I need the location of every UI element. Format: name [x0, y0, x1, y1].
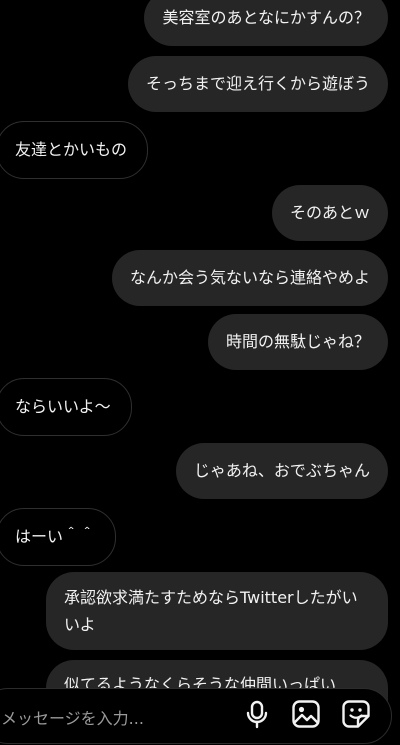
message-input[interactable]: メッセージを入力... [1, 705, 144, 729]
microphone-icon[interactable] [241, 698, 273, 730]
image-gallery-icon[interactable] [290, 698, 322, 730]
message-bubble-incoming[interactable]: はーい＾＾ [0, 508, 117, 566]
message-text: そっちまで迎え行くから遊ぼう [145, 74, 370, 93]
message-text: じゃあね、おでぶちゃん [193, 461, 370, 480]
message-composer[interactable]: メッセージを入力... [0, 688, 392, 744]
message-bubble-outgoing[interactable]: なんか会う気ないなら連絡やめよ [111, 250, 388, 306]
message-text: 時間の無駄じゃね？ [225, 332, 370, 351]
message-text: なんか会う気ないなら連絡やめよ [129, 268, 370, 287]
message-thread: 美容室のあとなにかすんの？ そっちまで迎え行くから遊ぼう 友達とかいもの そのあ… [0, 0, 400, 745]
sticker-icon[interactable] [340, 698, 372, 730]
message-bubble-incoming[interactable]: 友達とかいもの [0, 121, 149, 179]
message-text: 承認欲求満たすためならTwitterしたがいいよ [64, 588, 358, 634]
message-bubble-outgoing[interactable]: そっちまで迎え行くから遊ぼう [127, 56, 388, 112]
message-bubble-outgoing[interactable]: そのあとｗ [271, 185, 388, 241]
message-text: 美容室のあとなにかすんの？ [162, 8, 370, 27]
message-text: はーい＾＾ [15, 527, 96, 546]
message-bubble-outgoing[interactable]: 承認欲求満たすためならTwitterしたがいいよ [46, 572, 388, 650]
message-bubble-incoming[interactable]: ならいいよ〜 [0, 378, 132, 436]
message-bubble-outgoing[interactable]: 時間の無駄じゃね？ [207, 314, 388, 370]
message-bubble-outgoing[interactable]: じゃあね、おでぶちゃん [175, 443, 388, 499]
message-text: ならいいよ〜 [15, 397, 111, 416]
message-text: 友達とかいもの [15, 140, 128, 159]
message-text: そのあとｗ [289, 203, 370, 222]
message-bubble-outgoing[interactable]: 美容室のあとなにかすんの？ [144, 0, 388, 46]
